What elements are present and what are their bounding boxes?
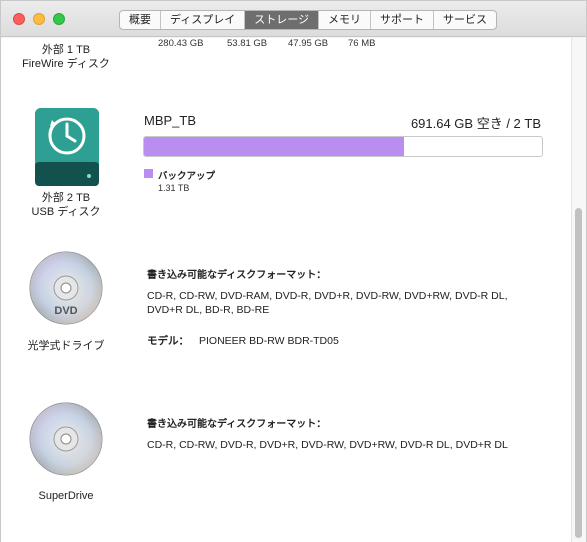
legend-size: 1.31 TB xyxy=(158,183,190,193)
tab-service[interactable]: サービス xyxy=(433,11,496,29)
zoom-button[interactable] xyxy=(53,13,65,25)
tab-storage[interactable]: ストレージ xyxy=(244,11,319,29)
svg-text:DVD: DVD xyxy=(54,305,77,317)
device-label-external1: 外部 1 TB FireWire ディスク xyxy=(6,43,126,71)
storage-window: 概要 ディスプレイ ストレージ メモリ サポート サービス 280.43 GB … xyxy=(0,0,587,542)
volume-name: MBP_TB xyxy=(144,113,197,128)
title-bar: 概要 ディスプレイ ストレージ メモリ サポート サービス xyxy=(1,1,586,37)
device-label-external2: 外部 2 TB USB ディスク xyxy=(6,191,126,219)
scrollbar-thumb[interactable] xyxy=(575,208,582,538)
tab-displays[interactable]: ディスプレイ xyxy=(160,11,244,29)
time-machine-drive-icon[interactable] xyxy=(33,106,101,188)
device-label-line: FireWire ディスク xyxy=(22,58,110,70)
minimize-button[interactable] xyxy=(33,13,45,25)
device-label-optical: 光学式ドライブ xyxy=(27,340,105,352)
capacity-text: 691.64 GB 空き / 2 TB xyxy=(410,116,541,131)
stat-value: 76 MB xyxy=(348,38,376,49)
legend-label: バックアップ xyxy=(158,171,216,182)
device-label-line: 外部 1 TB xyxy=(41,44,91,56)
stat-value: 280.43 GB xyxy=(158,38,204,49)
optical-formats-line1: CD-R, CD-RW, DVD-RAM, DVD-R, DVD+R, DVD-… xyxy=(147,290,508,302)
storage-list: 280.43 GB 53.81 GB 47.95 GB 76 MB 外部 1 T… xyxy=(1,38,586,542)
device-label-line: USB ディスク xyxy=(31,206,101,218)
device-label-superdrive: SuperDrive xyxy=(38,490,94,502)
device-label-line: 外部 2 TB xyxy=(41,192,91,204)
superdrive-formats-line1: CD-R, CD-RW, DVD-R, DVD+R, DVD-RW, DVD+R… xyxy=(147,439,508,451)
superdrive-formats-title: 書き込み可能なディスクフォーマット： xyxy=(147,419,327,430)
optical-formats-title: 書き込み可能なディスクフォーマット： xyxy=(147,270,327,281)
stat-value: 53.81 GB xyxy=(227,38,268,49)
cd-disc-icon[interactable] xyxy=(28,401,104,477)
storage-usage-fill xyxy=(144,137,405,156)
stat-value: 47.95 GB xyxy=(288,38,329,49)
tab-support[interactable]: サポート xyxy=(370,11,433,29)
model-value: PIONEER BD-RW BDR-TD05 xyxy=(199,335,339,347)
close-button[interactable] xyxy=(13,13,25,25)
tab-memory[interactable]: メモリ xyxy=(318,11,370,29)
dvd-disc-icon[interactable]: DVD xyxy=(28,250,104,326)
optical-formats-line2: DVD+R DL, BD-R, BD-RE xyxy=(147,304,270,316)
tab-bar: 概要 ディスプレイ ストレージ メモリ サポート サービス xyxy=(119,10,498,30)
model-label: モデル： xyxy=(147,335,189,347)
tab-overview[interactable]: 概要 xyxy=(120,11,160,29)
storage-usage-bar xyxy=(143,136,543,157)
optical-model: モデル： PIONEER BD-RW BDR-TD05 xyxy=(147,333,339,348)
legend-swatch xyxy=(144,169,153,178)
